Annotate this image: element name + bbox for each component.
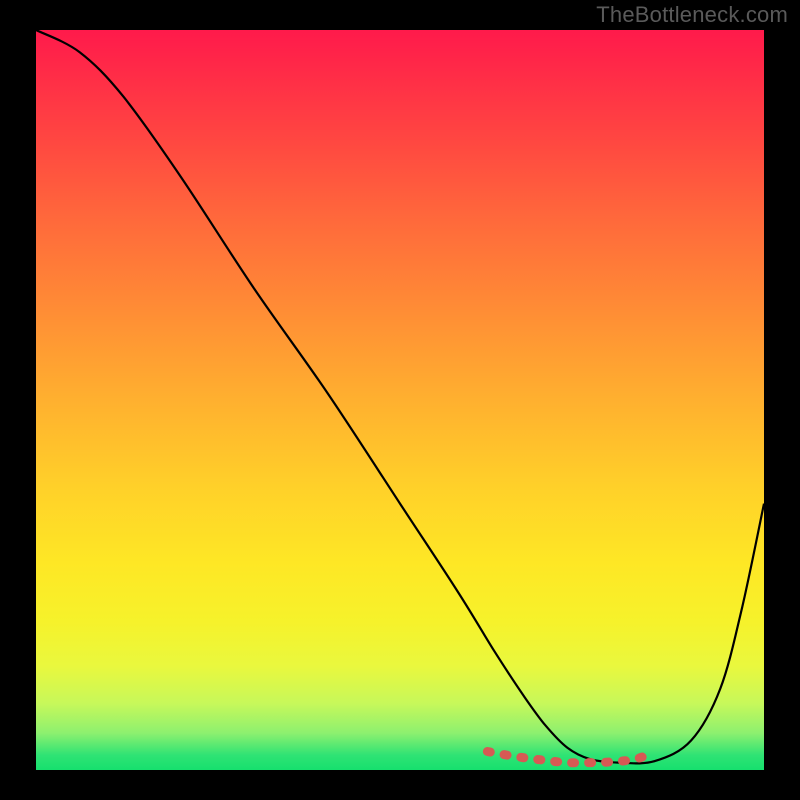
chart-frame: TheBottleneck.com: [0, 0, 800, 800]
optimal-zone-marker: [36, 30, 764, 770]
plot-area: [36, 30, 764, 770]
watermark-text: TheBottleneck.com: [596, 2, 788, 28]
